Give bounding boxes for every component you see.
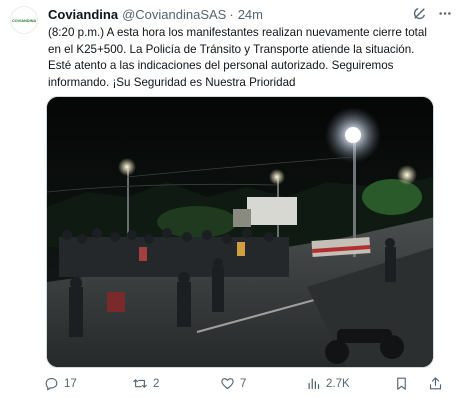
photo-streetlight (269, 169, 285, 185)
tweet-actions: 17 2 7 2.7K (40, 376, 458, 394)
tweet-text-line: (8:20 p.m.) A esta hora los manifestante… (48, 26, 427, 39)
tweet-header: Coviandina @CoviandinaSAS · 24m (48, 6, 459, 24)
like-button[interactable]: 7 (220, 376, 246, 391)
share-icon (428, 376, 443, 391)
grok-icon[interactable] (412, 6, 427, 21)
separator-dot: · (229, 7, 234, 22)
bookmark-icon (394, 376, 409, 391)
avatar[interactable]: COVIANDINA (10, 6, 38, 34)
reply-button[interactable]: 17 (44, 376, 77, 391)
photo-truck-cab (233, 209, 251, 227)
views-button[interactable]: 2.7K (306, 376, 350, 391)
reply-count: 17 (64, 377, 77, 390)
photo-trees (362, 179, 422, 215)
views-count: 2.7K (326, 377, 350, 390)
tweet-timestamp[interactable]: 24m (238, 6, 263, 24)
more-icon[interactable] (437, 6, 453, 21)
photo-floodlight-core (345, 127, 361, 143)
header-icons (412, 6, 453, 21)
tweet-text-line: en el K25+500. La Policía de Tránsito y … (48, 42, 415, 56)
retweet-button[interactable]: 2 (132, 376, 159, 391)
tweet[interactable]: COVIANDINA Coviandina @CoviandinaSAS · 2… (0, 0, 469, 397)
heart-icon (220, 376, 235, 391)
author-handle[interactable]: @CoviandinaSAS (122, 6, 226, 24)
like-count: 7 (240, 377, 247, 390)
reply-icon (44, 376, 59, 391)
views-icon (306, 376, 321, 391)
photo-truck (247, 197, 297, 225)
tweet-text-line: Esté atento a las indicaciones del perso… (48, 59, 394, 72)
share-button[interactable] (428, 376, 443, 391)
photo-streetlight (118, 158, 136, 176)
tweet-photo[interactable] (46, 96, 434, 368)
photo-streetlight (397, 165, 417, 185)
avatar-logo-text: COVIANDINA (11, 17, 37, 23)
author-name[interactable]: Coviandina (48, 6, 118, 24)
retweet-icon (132, 376, 148, 391)
retweet-count: 2 (153, 377, 160, 390)
tweet-text: (8:20 p.m.) A esta hora los manifestante… (48, 25, 453, 91)
tweet-text-line: informando. ¡Su Seguridad es Nuestra Pri… (48, 75, 296, 89)
bookmark-button[interactable] (394, 376, 409, 391)
